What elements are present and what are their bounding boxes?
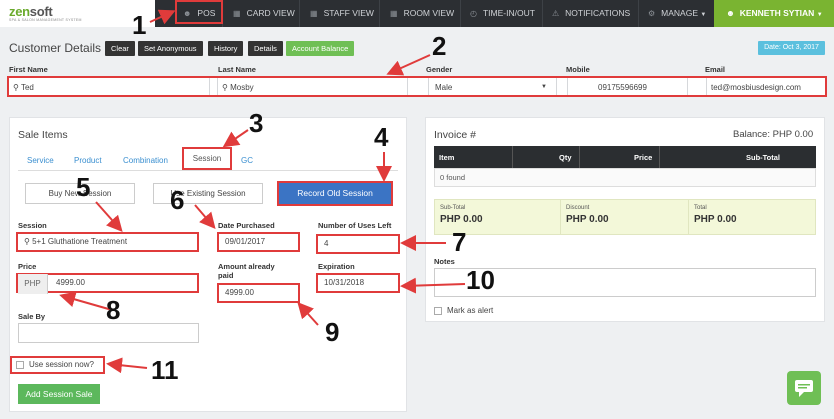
annotation-8: 8 [106, 295, 121, 325]
annotation-2: 2 [432, 31, 447, 61]
annotation-10: 10 [466, 265, 495, 295]
annotation-7: 7 [452, 227, 467, 257]
annotation-arrows [59, 9, 466, 374]
annotation-5: 5 [76, 172, 91, 202]
annotation-4: 4 [374, 122, 389, 152]
annotation-1: 1 [132, 10, 147, 40]
annotation-9: 9 [325, 317, 340, 347]
annotation-11: 11 [151, 355, 179, 385]
annotation-6: 6 [170, 185, 185, 215]
annotation-3: 3 [249, 108, 264, 138]
